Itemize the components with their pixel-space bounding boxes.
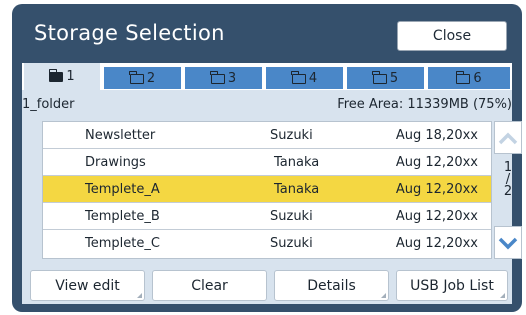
scroll-down-button[interactable] <box>494 226 522 259</box>
file-row-selected[interactable]: Templete_A Tanaka Aug 12,20xx <box>43 176 491 203</box>
tab-folder-4[interactable]: 4 <box>266 67 343 89</box>
clear-button[interactable]: Clear <box>152 270 267 301</box>
file-owner: Tanaka <box>274 182 320 197</box>
tab-folder-6[interactable]: 6 <box>428 67 510 89</box>
file-owner: Suzuki <box>270 209 313 224</box>
tab-label: 3 <box>227 70 237 86</box>
tab-label: 2 <box>146 70 156 86</box>
corner-mark-icon <box>500 293 505 298</box>
file-date: Aug 18,20xx <box>395 128 478 143</box>
chevron-down-icon <box>498 237 518 249</box>
tab-label: 5 <box>389 70 399 86</box>
folder-info-bar: 1_folder Free Area: 11339MB (75%) <box>22 90 512 118</box>
details-label: Details <box>307 277 356 294</box>
file-date: Aug 12,20xx <box>395 155 478 170</box>
corner-mark-icon <box>381 293 386 298</box>
folder-tab-bar: 1 2 3 4 5 6 <box>22 63 512 90</box>
current-folder-name: 1_folder <box>22 97 75 112</box>
file-owner: Suzuki <box>270 236 313 251</box>
folder-icon <box>48 69 64 82</box>
file-owner: Tanaka <box>274 155 320 170</box>
file-row[interactable]: Templete_B Suzuki Aug 12,20xx <box>43 203 491 230</box>
tab-label: 4 <box>308 70 318 86</box>
action-bar: View edit Clear Details USB Job List <box>22 262 512 304</box>
file-row[interactable]: Newsletter Suzuki Aug 18,20xx <box>43 122 491 149</box>
dialog-title: Storage Selection <box>34 21 225 45</box>
file-owner: Suzuki <box>270 128 313 143</box>
storage-selection-dialog: Storage Selection Close 1 2 3 4 5 6 1_fo… <box>12 4 522 312</box>
clear-label: Clear <box>191 277 228 294</box>
tab-folder-2[interactable]: 2 <box>104 67 181 89</box>
folder-icon <box>129 70 144 84</box>
scroll-up-button[interactable] <box>494 121 522 154</box>
file-date: Aug 12,20xx <box>395 209 478 224</box>
tab-folder-1[interactable]: 1 <box>24 63 100 90</box>
file-list: Newsletter Suzuki Aug 18,20xx Drawings T… <box>42 121 492 259</box>
file-row[interactable]: Templete_C Suzuki Aug 12,20xx <box>43 230 491 258</box>
free-area-status: Free Area: 11339MB (75%) <box>337 97 512 112</box>
usb-job-list-button[interactable]: USB Job List <box>396 270 508 301</box>
tab-label: 1 <box>66 69 75 84</box>
folder-icon <box>372 70 387 84</box>
tab-label: 6 <box>473 70 482 86</box>
file-list-panel: Newsletter Suzuki Aug 18,20xx Drawings T… <box>22 118 522 262</box>
folder-icon <box>291 70 306 84</box>
view-edit-label: View edit <box>55 277 120 294</box>
tab-folder-5[interactable]: 5 <box>347 67 424 89</box>
file-name: Templete_B <box>85 209 160 224</box>
file-name: Templete_C <box>85 236 160 251</box>
chevron-up-icon <box>498 132 518 144</box>
file-date: Aug 12,20xx <box>395 182 478 197</box>
folder-icon <box>210 70 225 84</box>
file-name: Drawings <box>85 155 146 170</box>
page-indicator: 1 / 2 <box>494 161 522 199</box>
corner-mark-icon <box>137 293 142 298</box>
close-button[interactable]: Close <box>397 21 507 51</box>
file-name: Newsletter <box>85 128 156 143</box>
file-name: Templete_A <box>85 182 160 197</box>
details-button[interactable]: Details <box>274 270 389 301</box>
file-row[interactable]: Drawings Tanaka Aug 12,20xx <box>43 149 491 176</box>
page-total: 2 <box>503 184 513 199</box>
usb-job-list-label: USB Job List <box>410 277 494 294</box>
file-date: Aug 12,20xx <box>395 236 478 251</box>
tab-folder-3[interactable]: 3 <box>185 67 262 89</box>
folder-icon <box>455 70 471 84</box>
view-edit-button[interactable]: View edit <box>30 270 145 301</box>
